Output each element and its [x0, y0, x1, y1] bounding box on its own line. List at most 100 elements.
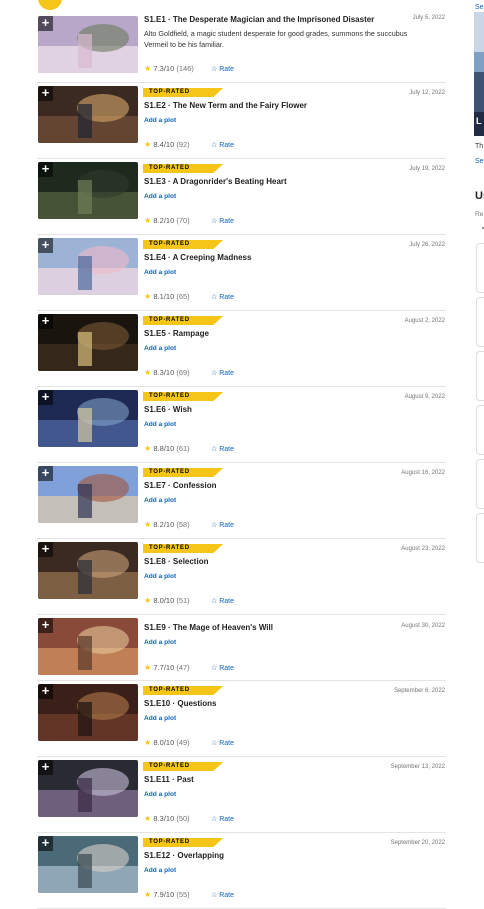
add-to-watchlist-icon[interactable]: +	[38, 836, 53, 851]
episode-title-link[interactable]: S1.E6 · Wish	[144, 405, 192, 414]
episode-row: + TOP-RATED S1.E2 · The New Term and the F…	[37, 82, 446, 159]
top-rated-badge: TOP-RATED	[143, 762, 223, 771]
rate-button[interactable]: ☆ Rate	[211, 445, 234, 453]
episode-title-link[interactable]: S1.E7 · Confession	[144, 481, 216, 490]
episode-title-link[interactable]: S1.E10 · Questions	[144, 699, 216, 708]
top-rated-badge: TOP-RATED	[143, 468, 223, 477]
episode-air-date: August 16, 2022	[401, 470, 445, 476]
rating-value: 8.2/10	[153, 520, 177, 529]
episode-title-link[interactable]: S1.E3 · A Dragonrider's Beating Heart	[144, 177, 287, 186]
episode-air-date: August 30, 2022	[401, 623, 445, 629]
episode-title-link[interactable]: S1.E4 · A Creeping Madness	[144, 253, 251, 262]
add-plot-link[interactable]: Add a plot	[144, 573, 176, 580]
add-to-watchlist-icon[interactable]: +	[38, 466, 53, 481]
episode-row: + TOP-RATED S1.E10 · Questions September 6,…	[37, 680, 446, 757]
add-plot-link[interactable]: Add a plot	[144, 421, 176, 428]
episode-air-date: July 19, 2022	[409, 166, 445, 172]
episode-row: + TOP-RATED S1.E8 · Selection August 23, 20…	[37, 538, 446, 615]
add-to-watchlist-icon[interactable]: +	[38, 314, 53, 329]
sidebar-card-5[interactable]	[476, 459, 484, 509]
episode-row: + TOP-RATED S1.E3 · A Dragonrider's Beatin…	[37, 158, 446, 235]
sidebar-see-link-2[interactable]: Se	[475, 158, 484, 165]
episode-title-link[interactable]: S1.E12 · Overlapping	[144, 851, 224, 860]
add-to-watchlist-icon[interactable]: +	[38, 618, 53, 633]
episode-thumbnail[interactable]: +	[38, 836, 138, 893]
episode-title-link[interactable]: S1.E8 · Selection	[144, 557, 208, 566]
add-to-watchlist-icon[interactable]: +	[38, 542, 53, 557]
episode-title-link[interactable]: S1.E9 · The Mage of Heaven's Will	[144, 623, 273, 632]
episode-rating: ★ 8.0/10 (51)	[144, 596, 190, 605]
episode-thumbnail[interactable]: +	[38, 238, 138, 295]
add-to-watchlist-icon[interactable]: +	[38, 684, 53, 699]
rate-button[interactable]: ☆ Rate	[211, 739, 234, 747]
rate-button[interactable]: ☆ Rate	[211, 664, 234, 672]
add-to-watchlist-icon[interactable]: +	[38, 390, 53, 405]
add-plot-link[interactable]: Add a plot	[144, 345, 176, 352]
star-icon: ★	[144, 596, 154, 605]
add-plot-link[interactable]: Add a plot	[144, 639, 176, 646]
add-plot-link[interactable]: Add a plot	[144, 117, 176, 124]
episode-row: + S1.E9 · The Mage of Heaven's Will August…	[37, 614, 446, 681]
rate-button[interactable]: ☆ Rate	[211, 293, 234, 301]
add-plot-link[interactable]: Add a plot	[144, 791, 176, 798]
rate-button[interactable]: ☆ Rate	[211, 597, 234, 605]
episode-thumbnail[interactable]: +	[38, 16, 138, 73]
rate-button[interactable]: ☆ Rate	[211, 891, 234, 899]
sidebar-card-2[interactable]	[476, 297, 484, 347]
add-to-watchlist-icon[interactable]: +	[38, 238, 53, 253]
episode-rating: ★ 8.0/10 (49)	[144, 738, 190, 747]
sidebar-card-3[interactable]	[476, 351, 484, 401]
rate-button[interactable]: ☆ Rate	[211, 65, 234, 73]
episode-rating: ★ 8.8/10 (61)	[144, 444, 190, 453]
top-rated-badge: TOP-RATED	[143, 838, 223, 847]
add-to-watchlist-icon[interactable]: +	[38, 760, 53, 775]
episode-title-link[interactable]: S1.E2 · The New Term and the Fairy Flowe…	[144, 101, 307, 110]
episode-thumbnail[interactable]: +	[38, 684, 138, 741]
star-icon: ★	[144, 140, 154, 149]
episode-air-date: August 9, 2022	[404, 394, 445, 400]
add-to-watchlist-icon[interactable]: +	[38, 16, 53, 31]
add-plot-link[interactable]: Add a plot	[144, 193, 176, 200]
add-to-watchlist-icon[interactable]: +	[38, 162, 53, 177]
rate-button[interactable]: ☆ Rate	[211, 521, 234, 529]
episode-row: + TOP-RATED S1.E5 · Rampage August 2, 2022 A…	[37, 310, 446, 387]
sidebar-poster-image[interactable]: L	[474, 12, 484, 136]
top-rated-badge: TOP-RATED	[143, 686, 223, 695]
add-plot-link[interactable]: Add a plot	[144, 867, 176, 874]
episode-thumbnail[interactable]: +	[38, 314, 138, 371]
episode-thumbnail[interactable]: +	[38, 466, 138, 523]
rate-button[interactable]: ☆ Rate	[211, 369, 234, 377]
sidebar-card-1[interactable]	[476, 243, 484, 293]
episode-rating: ★ 8.3/10 (50)	[144, 814, 190, 823]
sidebar-card-4[interactable]	[476, 405, 484, 455]
add-to-watchlist-icon[interactable]: +	[38, 86, 53, 101]
rate-button[interactable]: ☆ Rate	[211, 217, 234, 225]
rate-button[interactable]: ☆ Rate	[211, 141, 234, 149]
star-icon: ★	[144, 738, 154, 747]
episode-thumbnail[interactable]: +	[38, 390, 138, 447]
star-icon: ★	[144, 292, 154, 301]
episode-title-link[interactable]: S1.E1 · The Desperate Magician and the I…	[144, 15, 374, 24]
top-rated-badge: TOP-RATED	[143, 164, 223, 173]
sidebar-card-6[interactable]	[476, 513, 484, 563]
sidebar-heading: Us	[475, 190, 484, 202]
episode-thumbnail[interactable]: +	[38, 618, 138, 675]
episode-rating: ★ 8.1/10 (65)	[144, 292, 190, 301]
rating-votes: (146)	[176, 64, 194, 73]
sidebar-see-link[interactable]: Se	[475, 4, 484, 11]
episode-air-date: July 12, 2022	[409, 90, 445, 96]
sidebar-poster-overlay-letter: L	[476, 116, 482, 126]
episode-title-link[interactable]: S1.E5 · Rampage	[144, 329, 209, 338]
episode-thumbnail[interactable]: +	[38, 760, 138, 817]
episode-thumbnail[interactable]: +	[38, 162, 138, 219]
rating-value: 8.3/10	[153, 814, 177, 823]
add-plot-link[interactable]: Add a plot	[144, 269, 176, 276]
rating-votes: (55)	[176, 890, 190, 899]
add-plot-link[interactable]: Add a plot	[144, 497, 176, 504]
add-plot-link[interactable]: Add a plot	[144, 715, 176, 722]
episode-thumbnail[interactable]: +	[38, 542, 138, 599]
rate-button[interactable]: ☆ Rate	[211, 815, 234, 823]
episode-thumbnail[interactable]: +	[38, 86, 138, 143]
top-rated-badge: TOP-RATED	[143, 88, 223, 97]
episode-title-link[interactable]: S1.E11 · Past	[144, 775, 194, 784]
